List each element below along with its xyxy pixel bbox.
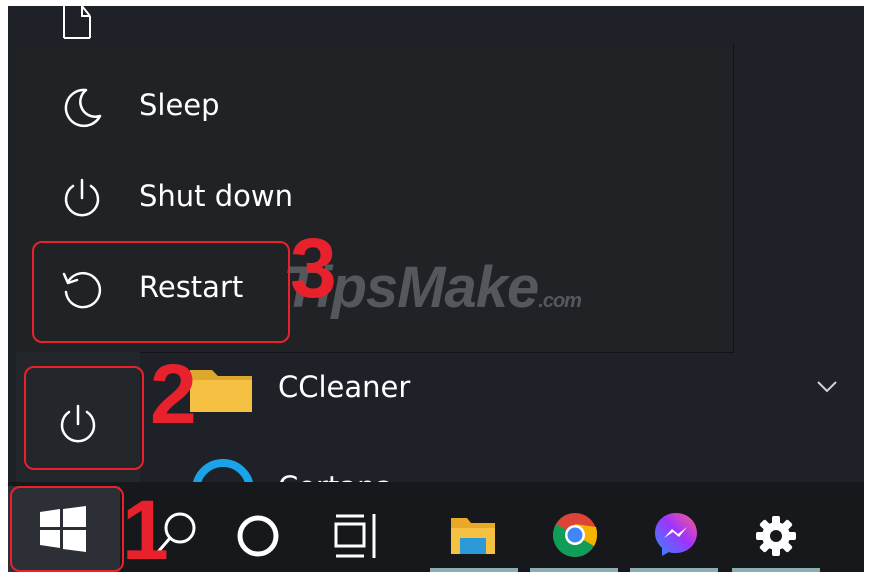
moon-icon bbox=[64, 88, 102, 128]
annotation-step-3: 3 bbox=[290, 221, 337, 315]
running-indicator bbox=[732, 568, 820, 572]
menu-item-sleep[interactable]: Sleep bbox=[16, 66, 716, 146]
annotation-box-restart bbox=[32, 241, 290, 343]
menu-item-label: Sleep bbox=[139, 88, 220, 122]
app-label: CCleaner bbox=[278, 370, 411, 404]
chrome-button[interactable] bbox=[528, 482, 620, 572]
file-explorer-button[interactable] bbox=[428, 482, 520, 572]
menu-item-shut-down[interactable]: Shut down bbox=[16, 157, 716, 237]
running-indicator bbox=[430, 568, 518, 572]
power-icon bbox=[64, 178, 100, 217]
task-view-icon[interactable] bbox=[334, 512, 384, 562]
app-item-ccleaner[interactable]: CCleaner bbox=[188, 356, 848, 416]
messenger-button[interactable] bbox=[628, 482, 720, 572]
watermark-suffix: .com bbox=[538, 290, 582, 312]
messenger-icon bbox=[655, 513, 697, 556]
menu-item-label: Shut down bbox=[139, 179, 294, 213]
running-indicator bbox=[530, 568, 618, 572]
annotation-box-start bbox=[10, 486, 124, 572]
chevron-down-icon[interactable] bbox=[816, 380, 838, 394]
annotation-step-1: 1 bbox=[122, 483, 169, 577]
document-icon bbox=[63, 6, 91, 39]
annotation-step-2: 2 bbox=[150, 347, 197, 441]
file-explorer-icon bbox=[451, 518, 495, 554]
running-indicator bbox=[630, 568, 718, 572]
folder-icon bbox=[190, 370, 252, 412]
cortana-icon[interactable] bbox=[234, 512, 282, 560]
chrome-icon bbox=[553, 513, 598, 557]
settings-button[interactable] bbox=[730, 482, 822, 572]
settings-gear-icon bbox=[756, 516, 796, 556]
annotation-box-power bbox=[24, 366, 144, 470]
